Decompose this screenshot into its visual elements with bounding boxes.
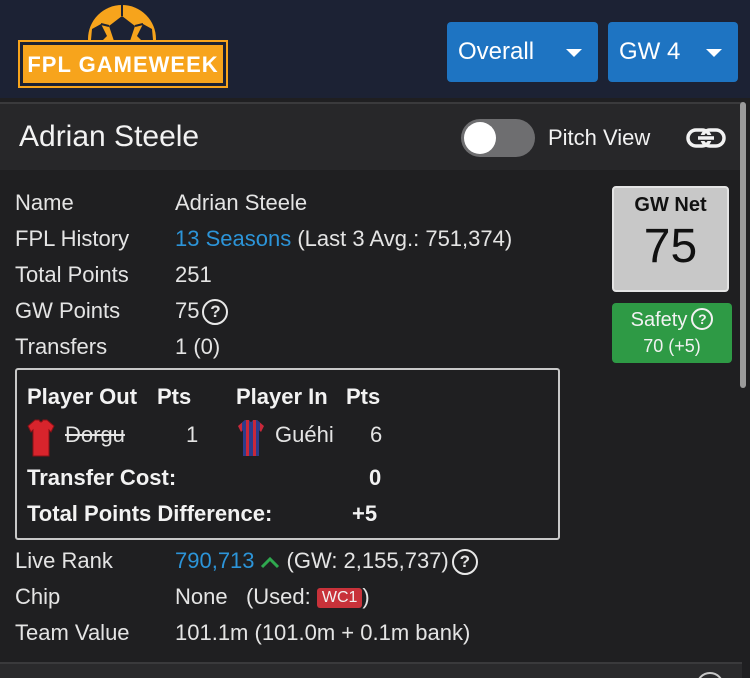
player-out-header: Player Out xyxy=(27,384,138,409)
live-rank-value-wrap: 790,713 (GW: 2,155,737)? xyxy=(175,548,478,576)
help-icon xyxy=(696,672,724,678)
help-icon[interactable]: ? xyxy=(451,549,478,576)
safety-label: Safety xyxy=(630,309,688,331)
striped-shirt-icon xyxy=(238,420,264,456)
help-icon[interactable]: ? xyxy=(691,308,714,330)
pitch-view-toggle[interactable] xyxy=(461,119,535,157)
overall-dropdown[interactable]: Overall xyxy=(447,22,598,82)
live-rank-value[interactable]: 790,713 xyxy=(175,548,255,573)
gw-points-value-wrap: 75? xyxy=(175,298,229,326)
fpl-gameweek-logo[interactable]: FPL GAMEWEEK xyxy=(18,4,228,88)
history-value: 13 Seasons (Last 3 Avg.: 751,374) xyxy=(175,226,512,252)
team-value-value: 101.1m (101.0m + 0.1m bank) xyxy=(175,620,471,645)
points-difference-value: +5 xyxy=(352,501,378,526)
player-out-pts: 1 xyxy=(186,422,199,447)
chip-used-prefix: (Used: xyxy=(245,584,311,609)
scrollbar[interactable] xyxy=(740,102,746,388)
transfers-link[interactable]: 1 (0) xyxy=(175,334,220,360)
transfer-cost-value: 0 xyxy=(369,465,382,490)
gw-net-label: GW Net xyxy=(634,194,707,216)
safety-panel[interactable]: Safety? 70 (+5) xyxy=(612,303,732,363)
safety-value: 70 (+5) xyxy=(643,336,701,356)
top-bar: FPL GAMEWEEK Overall GW 4 xyxy=(0,0,750,98)
toggle-knob xyxy=(464,122,496,154)
gw-points-value: 75 xyxy=(175,298,200,323)
player-in-pts-header: Pts xyxy=(346,384,381,409)
player-out-pts-header: Pts xyxy=(157,384,192,409)
history-seasons-link[interactable]: 13 Seasons xyxy=(175,226,291,251)
pitch-view-label: Pitch View xyxy=(548,125,651,150)
chip-used-suffix: ) xyxy=(362,584,370,609)
chevron-down-icon xyxy=(566,49,582,57)
gw-net-panel: GW Net 75 xyxy=(612,186,729,292)
logo-plate: FPL GAMEWEEK xyxy=(18,40,228,88)
gameweek-dropdown-label: GW 4 xyxy=(619,38,681,65)
gw-net-value: 75 xyxy=(643,220,698,273)
link-icon[interactable] xyxy=(685,124,727,152)
total-points-value: 251 xyxy=(175,262,212,287)
chip-value-wrap: None (Used: WC1) xyxy=(175,584,370,610)
transfer-summary-box: Player Out Pts Player In Pts Dorgu 1 Gué… xyxy=(15,368,560,540)
overall-dropdown-label: Overall xyxy=(458,38,535,65)
history-label: FPL History xyxy=(15,226,130,251)
chip-badge: WC1 xyxy=(316,588,363,608)
manager-card-header: Adrian Steele Pitch View xyxy=(0,102,742,170)
name-value: Adrian Steele xyxy=(175,190,308,215)
points-difference-label: Total Points Difference: xyxy=(27,501,273,526)
next-section-edge xyxy=(0,662,742,678)
total-points-label: Total Points xyxy=(15,262,129,287)
chevron-down-icon xyxy=(706,49,722,57)
team-value-label: Team Value xyxy=(15,620,130,645)
chip-label: Chip xyxy=(15,584,61,609)
help-icon[interactable]: ? xyxy=(202,299,229,326)
gw-points-label: GW Points xyxy=(15,298,121,323)
arrow-up-icon xyxy=(260,557,279,569)
name-label: Name xyxy=(15,190,74,215)
player-in-header: Player In xyxy=(236,384,328,409)
player-in-pts: 6 xyxy=(370,422,383,447)
transfer-cost-label: Transfer Cost: xyxy=(27,465,177,490)
player-in-name[interactable]: Guéhi xyxy=(275,422,334,448)
safety-label-row: Safety? xyxy=(612,308,732,332)
chip-value: None xyxy=(175,584,228,609)
player-out-name[interactable]: Dorgu xyxy=(65,422,125,448)
gameweek-dropdown[interactable]: GW 4 xyxy=(608,22,738,82)
manager-title: Adrian Steele xyxy=(19,120,200,153)
live-rank-gw: (GW: 2,155,737) xyxy=(286,548,449,573)
live-rank-label: Live Rank xyxy=(15,548,113,573)
history-extra: (Last 3 Avg.: 751,374) xyxy=(297,226,513,251)
logo-text: FPL GAMEWEEK xyxy=(27,52,219,77)
transfers-label: Transfers xyxy=(15,334,108,359)
red-shirt-icon xyxy=(27,419,55,457)
